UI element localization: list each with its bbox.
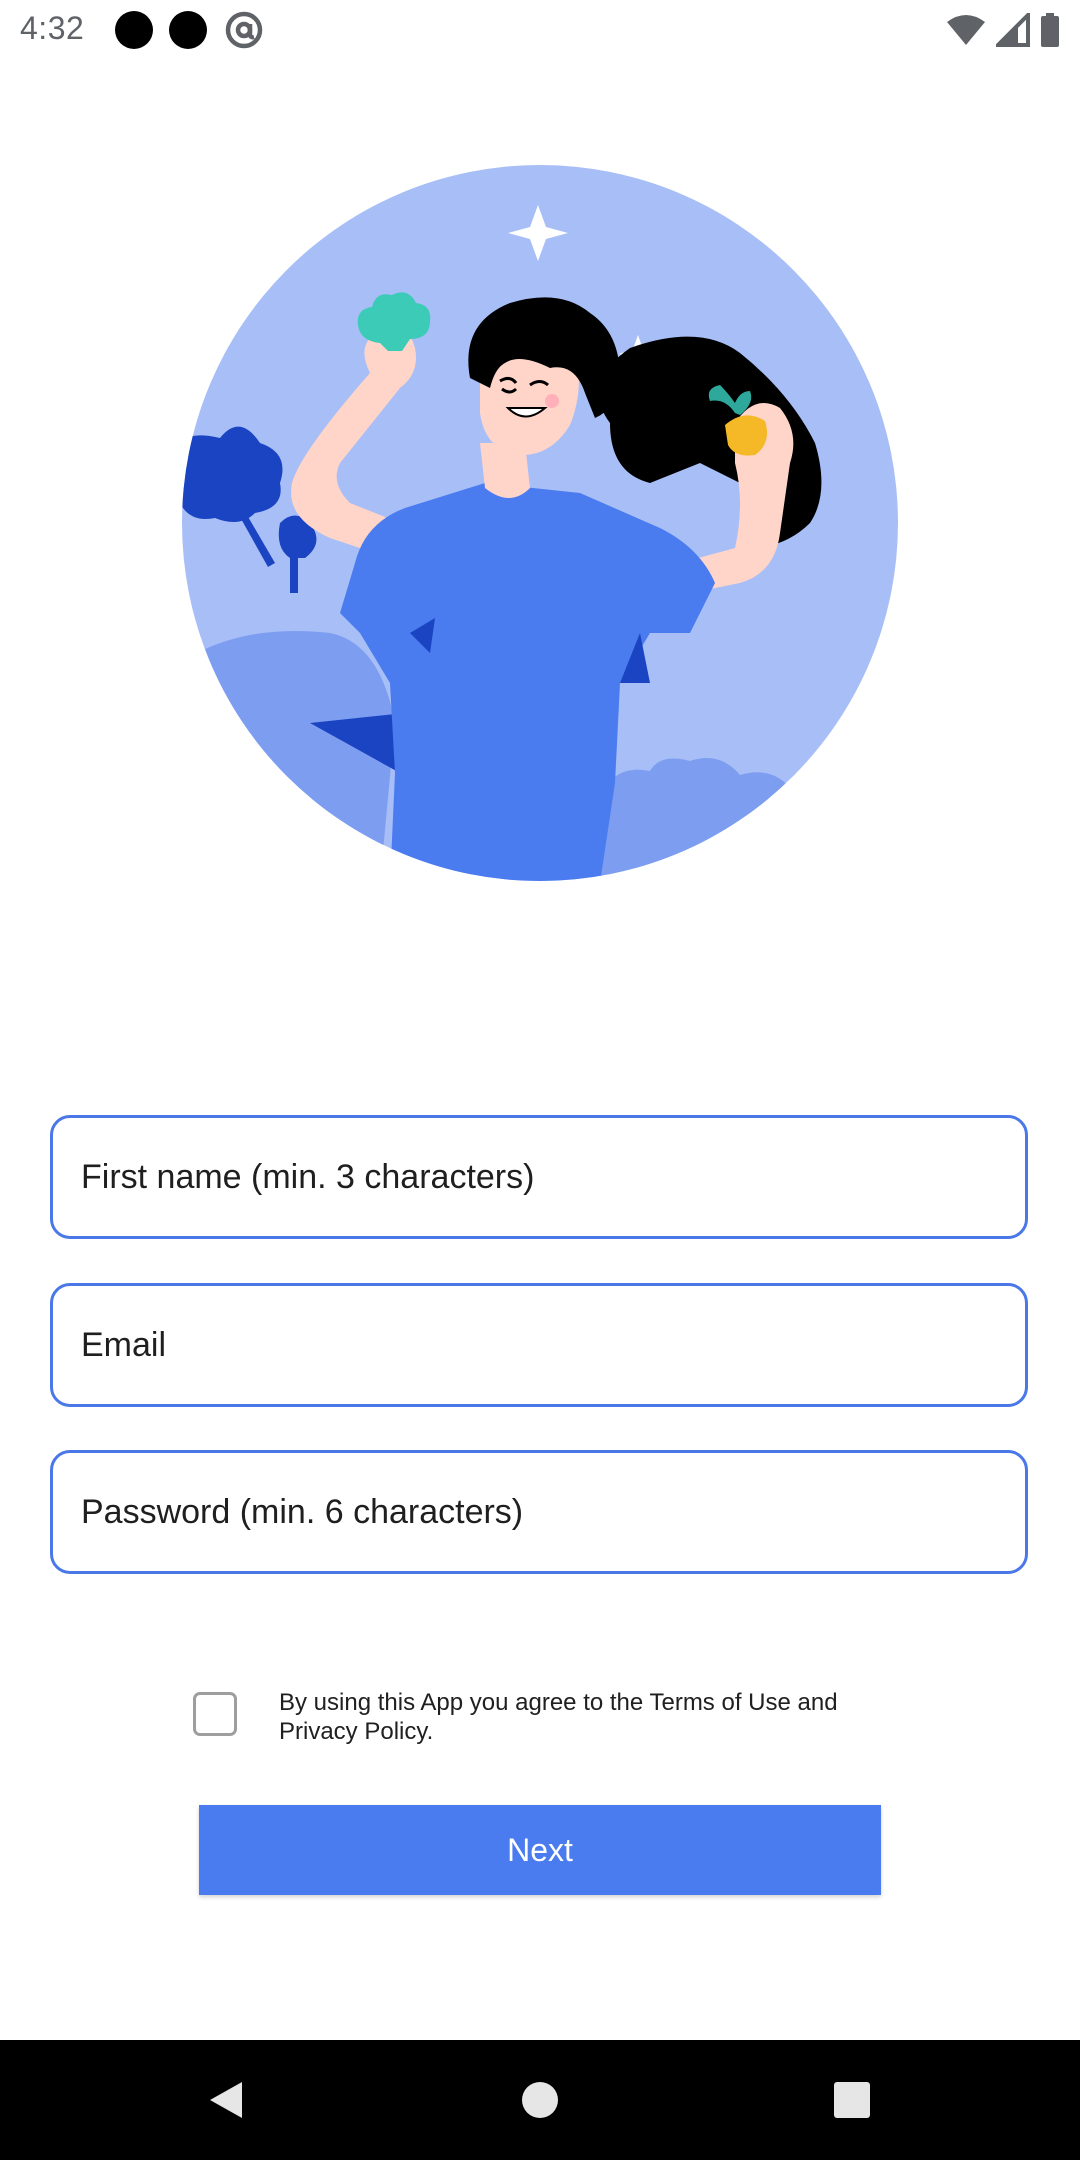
signup-screen: 4:32 First name (min. 3 characters) Emai… [0, 0, 1080, 2160]
back-button[interactable] [146, 2040, 306, 2160]
system-navigation-bar [0, 2040, 1080, 2160]
first-name-field[interactable] [50, 1115, 1028, 1239]
home-button[interactable] [460, 2040, 620, 2160]
password-input[interactable] [53, 1453, 1025, 1571]
status-time: 4:32 [20, 10, 85, 46]
recents-button[interactable] [772, 2040, 932, 2160]
home-icon [522, 2082, 558, 2118]
password-field[interactable] [50, 1450, 1028, 1574]
email-input[interactable] [53, 1286, 1025, 1404]
back-icon [210, 2082, 242, 2118]
battery-icon [1041, 13, 1059, 47]
at-sign-icon [225, 11, 263, 49]
cell-signal-icon [996, 13, 1030, 47]
recents-icon [834, 2082, 870, 2118]
wifi-icon [947, 15, 985, 45]
next-button[interactable]: Next [199, 1805, 881, 1895]
status-icons [946, 10, 1060, 50]
notification-dot-icon [115, 11, 153, 49]
status-bar: 4:32 [0, 0, 1080, 60]
first-name-input[interactable] [53, 1118, 1025, 1236]
notification-dot-icon [169, 11, 207, 49]
terms-consent-text: By using this App you agree to the Terms… [279, 1689, 838, 1745]
terms-checkbox[interactable] [193, 1692, 237, 1736]
email-field[interactable] [50, 1283, 1028, 1407]
woman-celebrating-with-vegetables-illustration [182, 165, 898, 881]
